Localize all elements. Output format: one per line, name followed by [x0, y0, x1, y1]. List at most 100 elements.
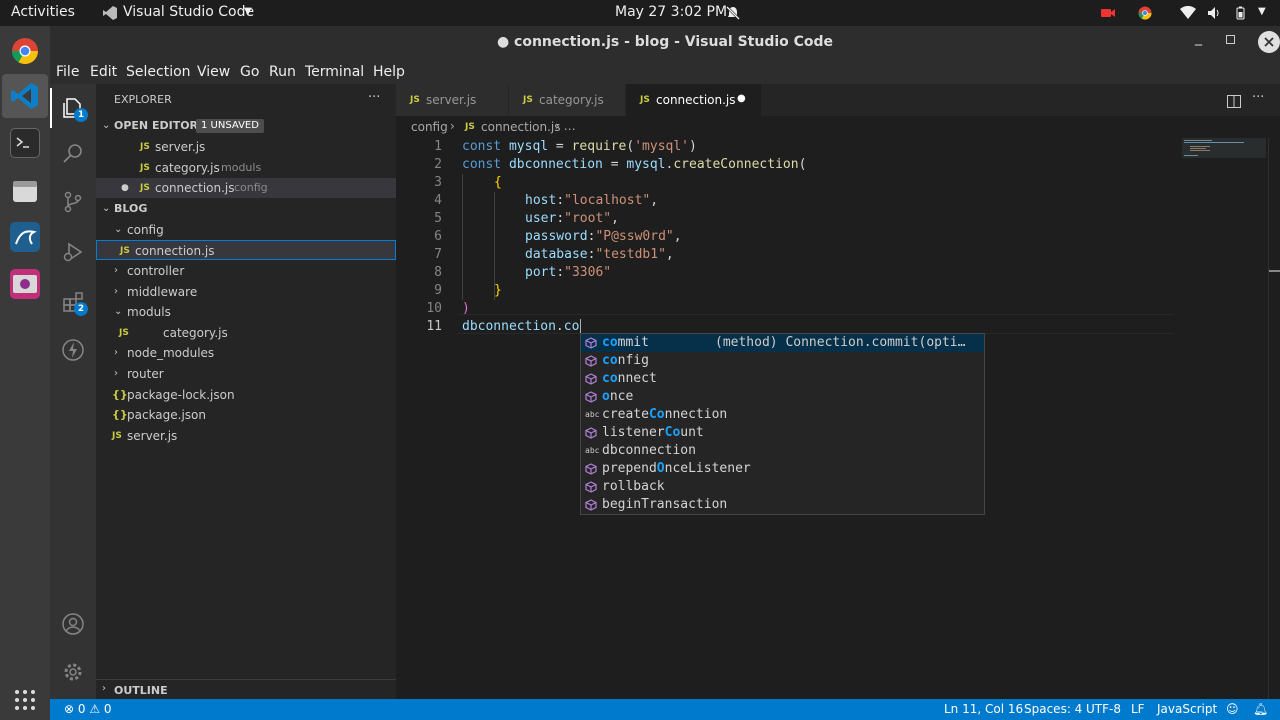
suggestion-item[interactable]: config — [581, 352, 984, 370]
line-number: 7 — [434, 247, 442, 262]
tab-connection-js[interactable]: JS connection.js ● — [626, 84, 761, 116]
tree-folder[interactable]: › controller — [96, 261, 396, 281]
outline-header[interactable]: › OUTLINE — [96, 679, 396, 699]
project-header[interactable]: ⌄ BLOG — [96, 199, 396, 219]
menu-selection[interactable]: Selection — [126, 64, 191, 80]
activities-button[interactable]: Activities — [11, 4, 75, 20]
suggestion-item[interactable]: listenerCount — [581, 424, 984, 442]
split-editor-icon[interactable] — [1227, 93, 1241, 108]
js-file-icon: JS — [112, 431, 122, 441]
suggestion-item[interactable]: abc createConnection — [581, 406, 984, 424]
open-editor-item-active[interactable]: ● JS connection.js config — [96, 178, 396, 198]
cursor-position-status[interactable]: Ln 11, Col 16 — [944, 702, 1023, 716]
chevron-down-icon: ⌄ — [114, 306, 123, 317]
line-number: 4 — [434, 193, 442, 208]
menu-terminal[interactable]: Terminal — [305, 64, 364, 80]
maximize-icon[interactable] — [1226, 35, 1235, 44]
app-menu-label[interactable]: Visual Studio Code — [123, 4, 254, 20]
minimize-icon[interactable]: _ — [1195, 30, 1202, 46]
suggestion-item[interactable]: connect — [581, 370, 984, 388]
suggestion-item[interactable]: beginTransaction — [581, 496, 984, 514]
problems-status[interactable]: ⊗ 0 ⚠ 0 — [64, 702, 112, 716]
tree-folder[interactable]: ⌄ config — [96, 220, 396, 240]
chrome-tray-icon[interactable] — [1138, 6, 1152, 20]
open-editor-item[interactable]: JS category.js moduls — [96, 158, 396, 178]
close-window-button[interactable] — [1258, 31, 1280, 53]
battery-icon[interactable] — [1233, 6, 1247, 20]
line-number: 10 — [426, 301, 442, 316]
tree-folder[interactable]: › router — [96, 364, 396, 384]
manage-gear-icon[interactable] — [61, 660, 85, 684]
menu-run[interactable]: Run — [269, 64, 296, 80]
source-control-icon[interactable] — [61, 190, 85, 214]
menu-help[interactable]: Help — [373, 64, 405, 80]
menu-edit[interactable]: Edit — [90, 64, 117, 80]
suggestion-item-selected[interactable]: commit (method) Connection.commit(opti… — [581, 334, 984, 352]
tab-category-js[interactable]: JS category.js — [509, 84, 625, 116]
tree-folder[interactable]: › middleware — [96, 282, 396, 302]
tree-file[interactable]: JS server.js — [96, 426, 396, 446]
breadcrumb-symbols[interactable]: › … — [555, 119, 576, 133]
minimap[interactable] — [1182, 138, 1266, 168]
notifications-bell-icon[interactable]: 🔔︎ — [1253, 702, 1268, 716]
dirty-dot-icon[interactable]: ● — [121, 178, 129, 198]
open-editors-header[interactable]: ⌄ OPEN EDITORS 1 UNSAVED — [96, 116, 396, 136]
suggestion-item[interactable]: rollback — [581, 478, 984, 496]
chevron-down-icon[interactable]: ▼ — [244, 6, 252, 17]
open-editors-label: OPEN EDITORS — [114, 119, 206, 132]
code-line: { — [494, 175, 502, 190]
vscode-dock-icon[interactable] — [10, 81, 40, 111]
suggestion-item[interactable]: once — [581, 388, 984, 406]
screen-recorder-dock-icon[interactable] — [10, 269, 40, 299]
volume-icon[interactable] — [1207, 6, 1221, 20]
editor-more-actions-icon[interactable]: ··· — [1252, 90, 1264, 105]
indentation-status[interactable]: Spaces: 4 — [1024, 702, 1082, 716]
breadcrumb-folder[interactable]: config — [411, 120, 448, 134]
more-actions-icon[interactable]: ··· — [368, 90, 380, 105]
vertical-scrollbar[interactable] — [1268, 138, 1280, 699]
line-number: 8 — [434, 265, 442, 280]
breadcrumb-file[interactable]: connection.js — [481, 120, 561, 134]
menu-view[interactable]: View — [197, 64, 230, 80]
explorer-icon[interactable]: 1 — [61, 96, 88, 122]
tree-file-selected[interactable]: JS connection.js — [96, 240, 396, 260]
suggestion-item[interactable]: prependOnceListener — [581, 460, 984, 478]
feedback-icon[interactable]: ☺ — [1226, 702, 1239, 716]
language-mode-status[interactable]: JavaScript — [1157, 702, 1217, 716]
extensions-icon[interactable]: 2 — [61, 290, 88, 316]
screen-record-icon[interactable] — [1100, 6, 1115, 20]
tree-file[interactable]: JS category.js — [96, 323, 396, 343]
open-editor-item[interactable]: JS server.js — [96, 137, 396, 157]
system-menu-chevron-icon[interactable]: ▼ — [1258, 6, 1266, 17]
files-dock-icon[interactable] — [10, 176, 40, 206]
show-applications-grid-icon[interactable] — [14, 689, 36, 711]
accounts-icon[interactable] — [61, 612, 85, 636]
unsaved-dot-icon[interactable]: ● — [737, 93, 746, 104]
extensions-badge: 2 — [74, 302, 88, 316]
open-editor-name: server.js — [155, 140, 206, 154]
window-title-bar: ● connection.js - blog - Visual Studio C… — [50, 26, 1280, 60]
menu-go[interactable]: Go — [240, 64, 259, 80]
scrollbar-cursor-marker — [1269, 270, 1280, 272]
open-editor-folder: config — [234, 181, 268, 194]
encoding-status[interactable]: UTF-8 — [1086, 702, 1121, 716]
eol-status[interactable]: LF — [1131, 702, 1145, 716]
tree-file[interactable]: {} package.json — [96, 405, 396, 425]
status-bar: ⊗ 0 ⚠ 0 Ln 11, Col 16 Spaces: 4 UTF-8 LF… — [50, 699, 1280, 720]
tree-file[interactable]: {} package-lock.json — [96, 385, 396, 405]
clock[interactable]: May 27 3:02 PM — [615, 4, 727, 20]
tree-folder[interactable]: ⌄ moduls — [96, 302, 396, 322]
method-cube-icon — [585, 481, 597, 493]
chrome-dock-icon[interactable] — [10, 36, 40, 66]
mysql-workbench-dock-icon[interactable] — [10, 222, 40, 252]
terminal-dock-icon[interactable] — [10, 128, 40, 158]
run-debug-icon[interactable] — [61, 240, 85, 264]
wifi-icon[interactable] — [1180, 5, 1196, 20]
menu-file[interactable]: File — [56, 64, 79, 80]
tab-label: category.js — [539, 93, 604, 107]
search-icon[interactable] — [61, 142, 85, 166]
tree-folder[interactable]: › node_modules — [96, 343, 396, 363]
tab-server-js[interactable]: JS server.js — [396, 84, 508, 116]
remote-explorer-icon[interactable] — [61, 338, 85, 362]
suggestion-item[interactable]: abc dbconnection — [581, 442, 984, 460]
